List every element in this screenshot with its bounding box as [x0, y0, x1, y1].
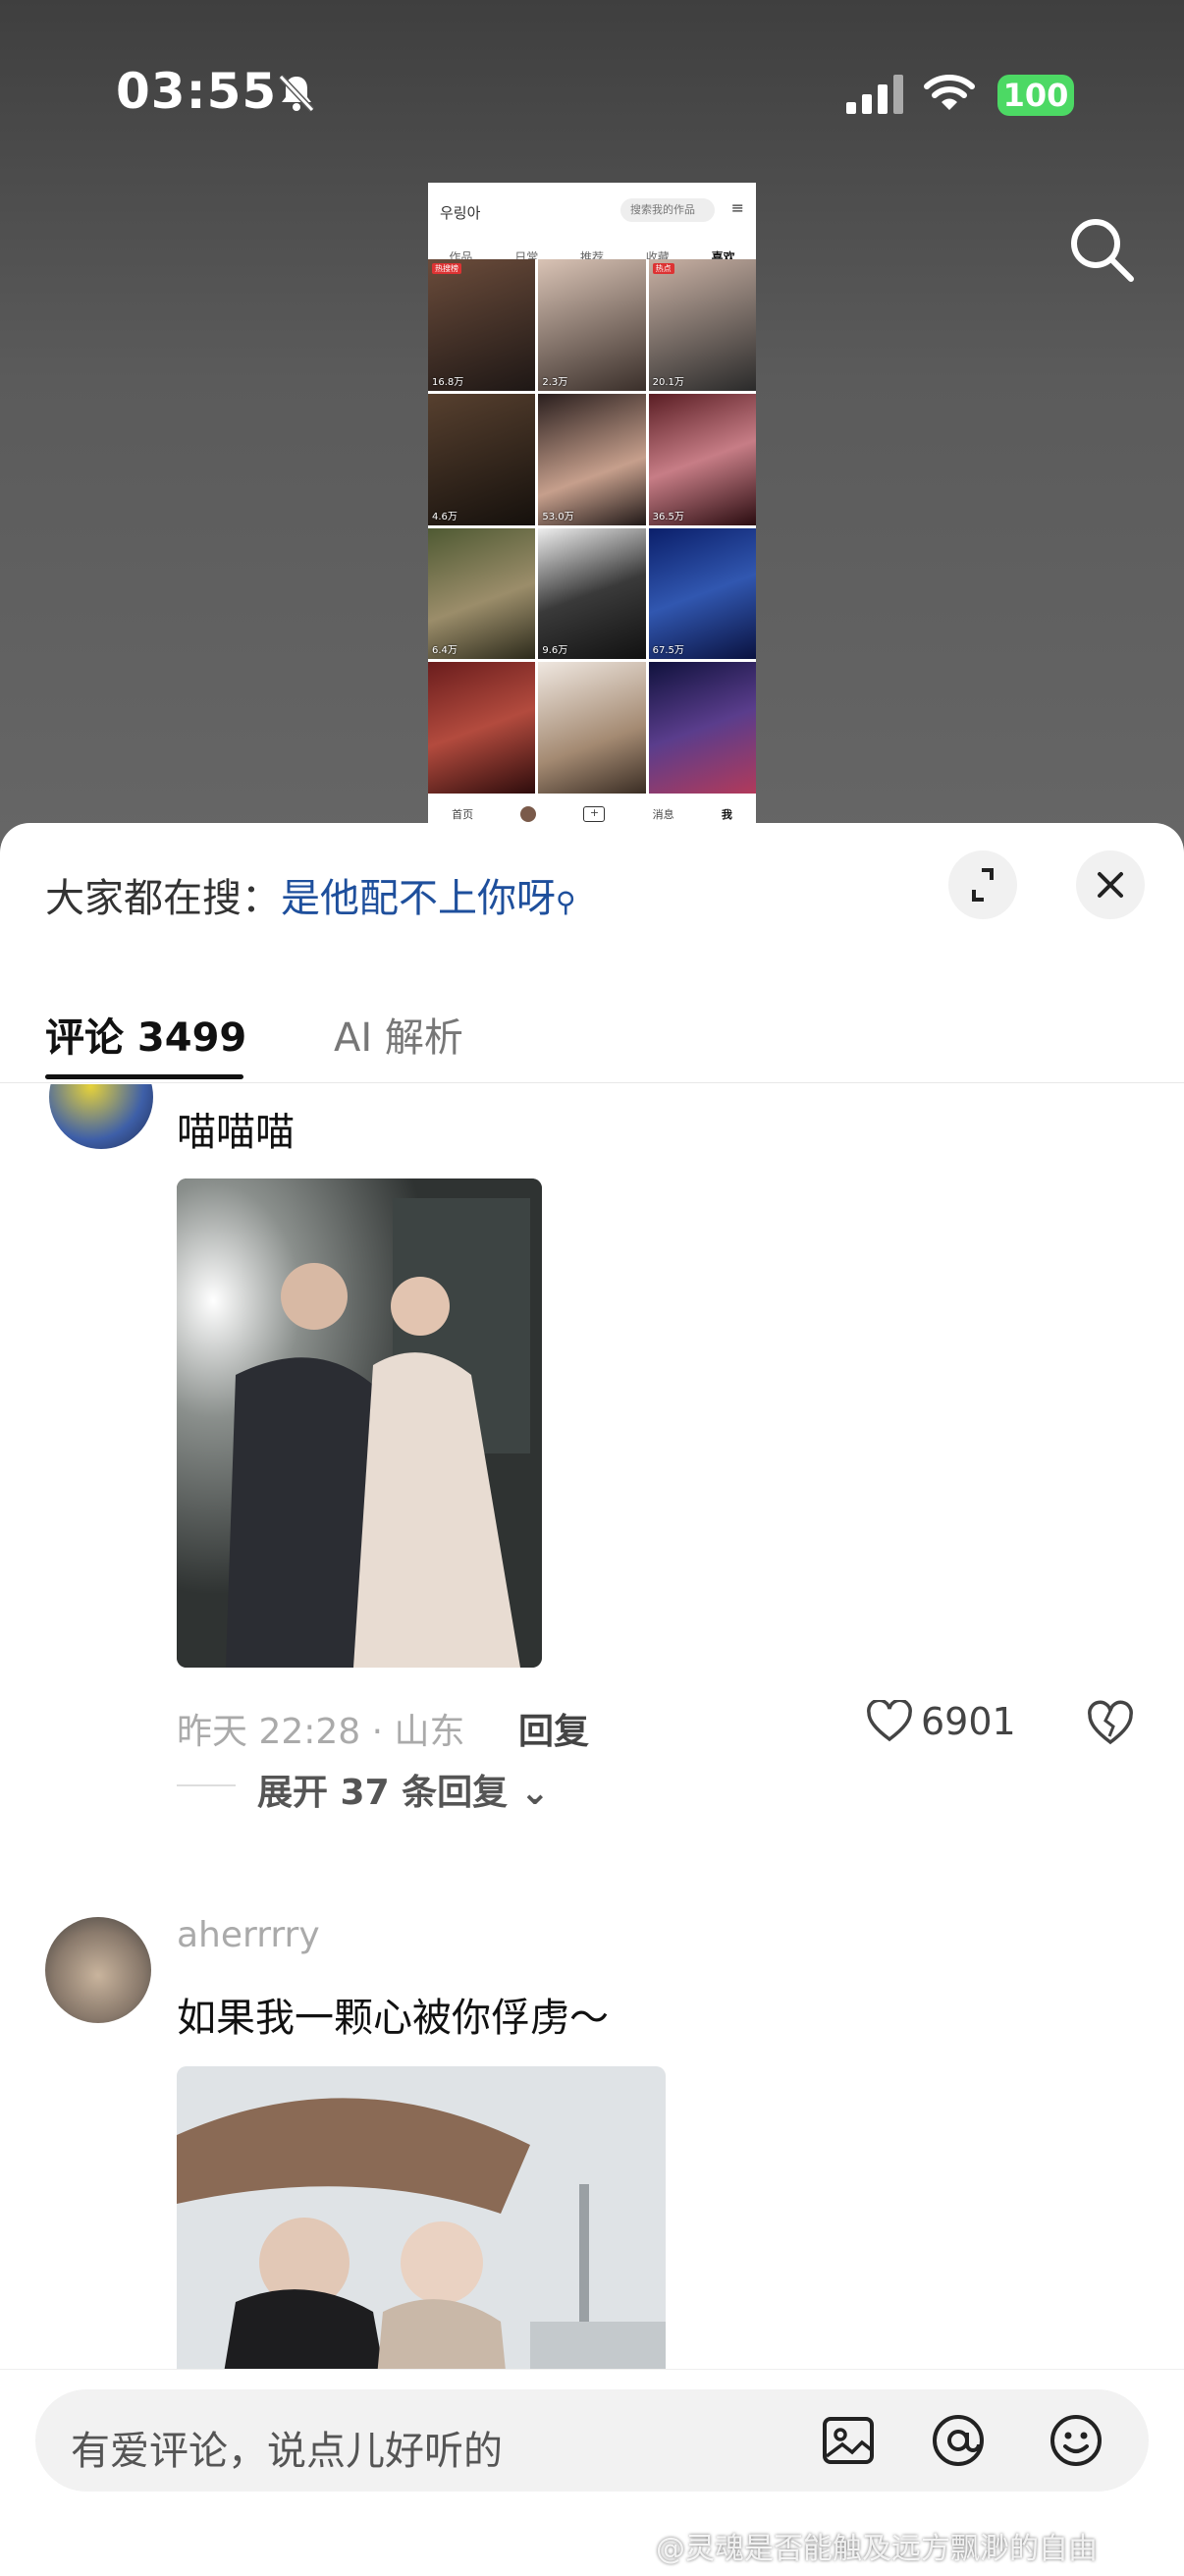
- watermark-text: @灵魂是否能触及远方飘渺的自由: [656, 2532, 1098, 2566]
- grid-thumb: 2.3万: [538, 259, 646, 391]
- tab-ai-analysis[interactable]: AI 解析: [334, 1006, 463, 1063]
- tab-underline: [45, 1074, 243, 1079]
- status-bar: 03:55 100: [0, 0, 1184, 196]
- avatar[interactable]: [45, 1917, 151, 2023]
- image-icon[interactable]: [819, 2411, 878, 2470]
- tab-comments[interactable]: 评论 3499: [45, 1006, 246, 1063]
- input-placeholder: 有爱评论，说点儿好听的: [71, 2429, 503, 2474]
- trending-search[interactable]: 大家都在搜：是他配不上你呀⚲: [45, 866, 576, 923]
- emoji-icon[interactable]: [1047, 2411, 1105, 2470]
- close-icon: [1098, 872, 1123, 898]
- grid-thumb: 9.6万: [538, 527, 646, 660]
- video-preview-profile[interactable]: 우링아 搜索我的作品 ≡ 作品 日常 推荐 收藏 喜欢 热搜榜 16.8万 2.3…: [428, 183, 756, 833]
- comment-meta: 昨天 22:28 · 山东: [177, 1712, 465, 1752]
- grid-thumb: [428, 662, 536, 794]
- expand-icon: [972, 868, 994, 902]
- close-button[interactable]: [1076, 850, 1145, 919]
- status-time: 03:55: [116, 63, 278, 120]
- divider: [177, 1784, 236, 1786]
- mention-icon[interactable]: [929, 2411, 988, 2470]
- reply-button[interactable]: 回复: [518, 1703, 589, 1754]
- grid-thumb: 36.5万: [648, 393, 756, 525]
- comment-list: 喵喵喵 昨天 22:28 · 山东 回复 6901 展开 37 条回复 ⌄ ah…: [0, 1084, 1184, 2369]
- like-button[interactable]: 6901: [866, 1695, 1016, 1748]
- mini-header: 우링아 搜索我的作品 ≡: [428, 183, 756, 242]
- mini-avatar: [520, 806, 537, 822]
- grid-thumb: 67.5万: [648, 527, 756, 660]
- wifi-icon: [924, 75, 975, 110]
- grid-thumb: 热搜榜 16.8万: [428, 259, 536, 391]
- comment-text: 如果我一颗心被你俘虏～: [177, 1996, 609, 2041]
- grid-thumb: 4.6万: [428, 393, 536, 525]
- mini-profile-name: 우링아: [440, 204, 481, 222]
- mini-video-grid: 热搜榜 16.8万 2.3万 热点 20.1万 4.6万 53.0万 36.5万 6…: [428, 259, 756, 794]
- grid-thumb: [538, 662, 646, 794]
- small-search-icon: ⚲: [556, 886, 576, 918]
- search-icon[interactable]: [1066, 214, 1137, 285]
- comment-input[interactable]: 有爱评论，说点儿好听的: [35, 2389, 1149, 2492]
- comment-username[interactable]: aherrrry: [177, 1915, 320, 1955]
- chevron-down-icon: ⌄: [508, 1773, 550, 1813]
- broken-heart-icon[interactable]: [1086, 1699, 1135, 1746]
- comment-photo[interactable]: [177, 1178, 542, 1668]
- mini-search-box: 搜索我的作品: [620, 198, 715, 222]
- trending-query-link[interactable]: 是他配不上你呀: [281, 876, 556, 921]
- couple-photo-image: [177, 1178, 542, 1668]
- comment-tabs: 评论 3499 AI 解析: [0, 980, 1184, 1083]
- grid-thumb: 6.4万: [428, 527, 536, 660]
- couple-under-coat-image: [177, 2066, 666, 2369]
- expand-button[interactable]: [948, 850, 1017, 919]
- battery-indicator: 100: [997, 75, 1074, 116]
- grid-thumb: [648, 662, 756, 794]
- trending-prefix: 大家都在搜：: [45, 876, 281, 921]
- expand-replies-button[interactable]: 展开 37 条回复 ⌄: [257, 1764, 550, 1815]
- comment-text: 喵喵喵: [177, 1110, 295, 1155]
- mini-menu-icon: ≡: [730, 198, 744, 217]
- avatar[interactable]: [49, 1084, 153, 1149]
- like-count: 6901: [921, 1700, 1016, 1743]
- comment-photo[interactable]: [177, 2066, 666, 2369]
- silent-bell-icon: [278, 74, 315, 113]
- comment-sheet: 大家都在搜：是他配不上你呀⚲ 评论 3499 AI 解析 喵喵喵 昨天 22:2…: [0, 823, 1184, 2576]
- mini-plus-icon: +: [583, 806, 606, 822]
- grid-thumb: 热点 20.1万: [648, 259, 756, 391]
- cellular-signal-icon: [846, 75, 903, 114]
- grid-thumb: 53.0万: [538, 393, 646, 525]
- heart-icon: [867, 1700, 912, 1742]
